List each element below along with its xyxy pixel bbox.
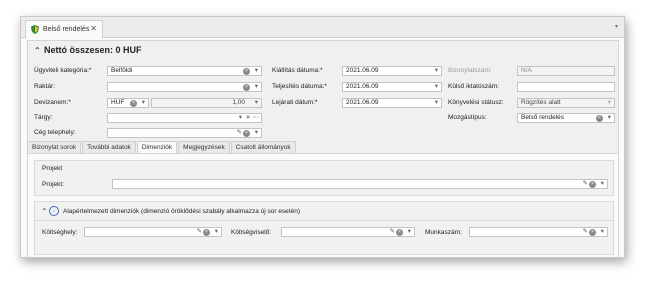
- pencil-icon[interactable]: ✎: [583, 180, 588, 188]
- projekt-group: Projekt Projekt: ✎ × ▾: [34, 160, 614, 196]
- koltsegvisel-label: Költségviselő:: [231, 229, 272, 236]
- projekt-group-title: Projekt: [42, 165, 63, 172]
- kulso-field[interactable]: [517, 82, 615, 92]
- pencil-icon[interactable]: ✎: [237, 129, 242, 137]
- tab-bizonylat-sorok[interactable]: Bizonylat sorok: [27, 141, 82, 153]
- lejarati-label: Lejárati dátum:*: [272, 99, 318, 106]
- clear-icon[interactable]: ×: [243, 130, 250, 137]
- kiallitas-label: Kiállítás dátuma:*: [272, 67, 323, 74]
- projekt-label: Projekt:: [42, 181, 65, 188]
- clear-icon[interactable]: ×: [203, 229, 210, 236]
- collapse-icon[interactable]: ⌃: [41, 207, 49, 216]
- summary-title: Nettó összesen: 0 HUF: [44, 45, 142, 55]
- dropdown-icon[interactable]: ▾: [255, 67, 258, 75]
- konyvelesi-label: Könyvelési státusz:: [448, 99, 504, 106]
- koltseghely-select[interactable]: ✎ × ▾: [84, 227, 222, 237]
- arrow-down-icon: ↓: [49, 206, 59, 216]
- tab-megjegyzesek[interactable]: Megjegyzések: [178, 141, 230, 153]
- dropdown-icon: ▾: [607, 99, 611, 106]
- window: Belső rendelés ✕ ▾ ⌃ Nettó összesen: 0 H…: [20, 16, 625, 258]
- default-dimensions-title: Alapértelmezett dimenziók (dimenzió örök…: [63, 207, 300, 215]
- clear-icon[interactable]: ×: [243, 84, 250, 91]
- mozgastipus-label: Mozgástípus:: [448, 114, 487, 121]
- default-dimensions-header[interactable]: ⌃ ↓ Alapértelmezett dimenziók (dimenzió …: [41, 206, 300, 216]
- arfolyam-field[interactable]: 1,00 ▾: [151, 98, 262, 108]
- teljesites-label: Teljesítés dátuma:*: [272, 83, 327, 90]
- projekt-select[interactable]: ✎ × ▾: [112, 179, 608, 189]
- dropdown-icon[interactable]: ▾: [601, 180, 604, 188]
- devizanem-label: Devizanem:*: [34, 99, 71, 106]
- kulso-label: Külső iktatószám:: [448, 83, 499, 90]
- lejarati-value: 2021.06.09: [346, 99, 379, 106]
- dropdown-icon[interactable]: ▾: [435, 83, 438, 91]
- bizonylatszam-value: N/A: [521, 67, 532, 74]
- targy-field[interactable]: ▾ × ⋯: [107, 113, 262, 123]
- header-panel: ⌃ Nettó összesen: 0 HUF Ügyviteli kategó…: [27, 40, 619, 154]
- dropdown-icon[interactable]: ▾: [435, 67, 438, 75]
- chevron-down-icon[interactable]: ▾: [615, 23, 618, 30]
- koltseghely-label: Költséghely:: [42, 229, 78, 236]
- default-dimensions-group: ⌃ ↓ Alapértelmezett dimenziók (dimenzió …: [34, 201, 614, 255]
- kiallitas-date[interactable]: 2021.06.09 ▾: [342, 66, 442, 76]
- koltsegvisel-select[interactable]: ✎ × ▾: [281, 227, 415, 237]
- dropdown-icon[interactable]: ▾: [608, 114, 611, 122]
- clear-icon[interactable]: ×: [243, 68, 250, 75]
- ceg-label: Cég telephely:: [34, 129, 76, 136]
- targy-label: Tárgy:: [34, 114, 53, 121]
- pencil-icon[interactable]: ✎: [390, 228, 395, 236]
- dropdown-icon[interactable]: ▾: [408, 228, 411, 236]
- tab-title: Belső rendelés: [43, 26, 90, 33]
- munkaszam-select[interactable]: ✎ × ▾: [469, 227, 608, 237]
- clear-icon[interactable]: ×: [396, 229, 403, 236]
- bizonylatszam-field: N/A: [517, 66, 615, 76]
- tab-csatolt-allomanyok[interactable]: Csatolt állományok: [230, 141, 296, 153]
- dropdown-icon[interactable]: ▾: [601, 228, 604, 236]
- mozgastipus-value: Belső rendelés: [521, 114, 564, 121]
- devizanem-select[interactable]: HUF × ▾: [107, 98, 149, 108]
- mozgastipus-select[interactable]: Belső rendelés × ▾: [517, 113, 615, 123]
- document-tab[interactable]: Belső rendelés ✕: [25, 20, 103, 38]
- clear-icon[interactable]: ×: [130, 100, 137, 107]
- tab-tovabbi-adatok[interactable]: További adatok: [82, 141, 136, 153]
- ugyviteli-label: Ügyviteli kategória:*: [34, 67, 92, 74]
- dimensions-panel: Projekt Projekt: ✎ × ▾ ⌃ ↓ Alapértelmeze…: [27, 153, 619, 257]
- more-icon[interactable]: ⋯: [253, 114, 260, 122]
- collapse-icon[interactable]: ⌃: [34, 46, 44, 55]
- raktar-select[interactable]: × ▾: [107, 82, 262, 92]
- dropdown-icon[interactable]: ▾: [255, 129, 258, 137]
- arfolyam-value: 1,00: [232, 99, 245, 106]
- konyvelesi-select: Rögzítés alatt ▾: [517, 98, 615, 108]
- konyvelesi-value: Rögzítés alatt: [521, 99, 561, 106]
- dropdown-icon[interactable]: ▾: [142, 99, 145, 107]
- summary-header[interactable]: ⌃ Nettó összesen: 0 HUF: [34, 45, 142, 55]
- ugyviteli-select[interactable]: Belföldi × ▾: [107, 66, 262, 76]
- detail-tabs: Bizonylat sorok További adatok Dimenziók…: [27, 141, 297, 154]
- ceg-select[interactable]: ✎ × ▾: [107, 128, 262, 138]
- lejarati-date[interactable]: 2021.06.09 ▾: [342, 98, 442, 108]
- tab-strip: Belső rendelés ✕ ▾: [21, 17, 624, 38]
- close-icon[interactable]: ✕: [90, 24, 97, 33]
- clear-icon[interactable]: ×: [596, 115, 603, 122]
- dropdown-icon[interactable]: ▾: [255, 83, 258, 91]
- bizonylatszam-label: Bizonylatszám:: [448, 67, 492, 74]
- dropdown-icon[interactable]: ▾: [239, 114, 242, 122]
- clear-icon[interactable]: ×: [246, 114, 250, 122]
- divider: [35, 220, 613, 221]
- devizanem-value: HUF: [111, 99, 125, 106]
- raktar-label: Raktár:: [34, 83, 55, 90]
- dropdown-icon[interactable]: ▾: [255, 99, 258, 107]
- ugyviteli-value: Belföldi: [111, 67, 133, 74]
- dropdown-icon[interactable]: ▾: [215, 228, 218, 236]
- pencil-icon[interactable]: ✎: [197, 228, 202, 236]
- clear-icon[interactable]: ×: [589, 229, 596, 236]
- dropdown-icon[interactable]: ▾: [435, 99, 438, 107]
- munkaszam-label: Munkaszám:: [425, 229, 462, 236]
- kiallitas-value: 2021.06.09: [346, 67, 379, 74]
- teljesites-date[interactable]: 2021.06.09 ▾: [342, 82, 442, 92]
- pencil-icon[interactable]: ✎: [583, 228, 588, 236]
- teljesites-value: 2021.06.09: [346, 83, 379, 90]
- clear-icon[interactable]: ×: [589, 181, 596, 188]
- shield-icon: [31, 25, 39, 34]
